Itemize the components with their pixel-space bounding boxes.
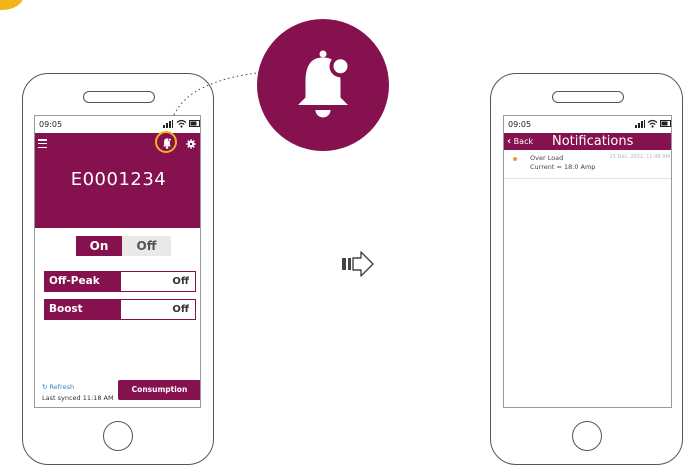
connector-dotted-line — [173, 71, 266, 116]
bell-callout — [257, 19, 389, 151]
consumption-trends-button[interactable]: Consumption Trends — [118, 380, 200, 407]
signal-icon — [635, 120, 645, 128]
unread-dot — [513, 157, 517, 161]
notification-detail: Current = 18.0 Amp — [530, 163, 596, 171]
bell-highlight-ring — [155, 131, 177, 153]
setting-row-off-peak[interactable]: Off-Peak Off — [44, 271, 196, 292]
toggle-on-option[interactable]: On — [76, 236, 122, 256]
nav-bar: ‹ Back Notifications — [504, 133, 671, 150]
home-button — [103, 421, 133, 451]
setting-row-boost[interactable]: Boost Off — [44, 299, 196, 320]
app-screen: 09:05 E0001234 On Off Off-Peak Off Boost… — [34, 115, 201, 408]
phone-speaker — [83, 91, 155, 103]
status-time: 09:05 — [39, 120, 63, 129]
menu-icon[interactable] — [38, 139, 47, 149]
notification-title: Over Load — [530, 154, 564, 162]
refresh-link[interactable]: ↻ Refresh — [42, 383, 74, 391]
signal-icon — [163, 120, 173, 128]
notification-timestamp: 15 Dec, 2022, 11:48 AM — [609, 154, 670, 160]
home-button — [572, 421, 602, 451]
device-id: E0001234 — [70, 169, 167, 190]
setting-label: Boost — [45, 300, 121, 319]
left-phone: 09:05 E0001234 On Off Off-Peak Off Boost… — [22, 73, 214, 465]
bell-icon — [298, 50, 352, 118]
setting-value[interactable]: Off — [172, 272, 189, 291]
app-screen: 09:05 ‹ Back Notifications Over Load Cur… — [503, 115, 672, 408]
page-title: Notifications — [552, 134, 634, 149]
right-phone: 09:05 ‹ Back Notifications Over Load Cur… — [490, 73, 683, 465]
setting-value[interactable]: Off — [172, 300, 189, 319]
phone-speaker — [552, 91, 624, 103]
header-panel: E0001234 — [35, 131, 200, 228]
back-label: Back — [513, 137, 534, 146]
power-toggle[interactable]: On Off — [76, 236, 171, 256]
notification-item[interactable]: Over Load Current = 18.0 Amp 15 Dec, 202… — [504, 150, 671, 179]
status-time: 09:05 — [508, 120, 532, 129]
wifi-icon — [647, 119, 658, 128]
battery-icon — [189, 120, 200, 127]
last-synced: Last synced 11:18 AM — [42, 394, 114, 402]
back-button[interactable]: ‹ Back — [507, 133, 533, 150]
battery-icon — [660, 120, 671, 127]
wifi-icon — [176, 119, 187, 128]
arrow-right-icon — [342, 251, 374, 277]
toggle-off-option[interactable]: Off — [122, 236, 171, 256]
setting-label: Off-Peak — [45, 272, 121, 291]
back-chevron-icon: ‹ — [507, 136, 512, 147]
status-bar: 09:05 — [504, 116, 671, 133]
refresh-label: Refresh — [49, 383, 75, 391]
gear-icon[interactable] — [186, 139, 196, 149]
refresh-icon: ↻ — [42, 383, 48, 391]
corner-decoration — [0, 0, 24, 10]
